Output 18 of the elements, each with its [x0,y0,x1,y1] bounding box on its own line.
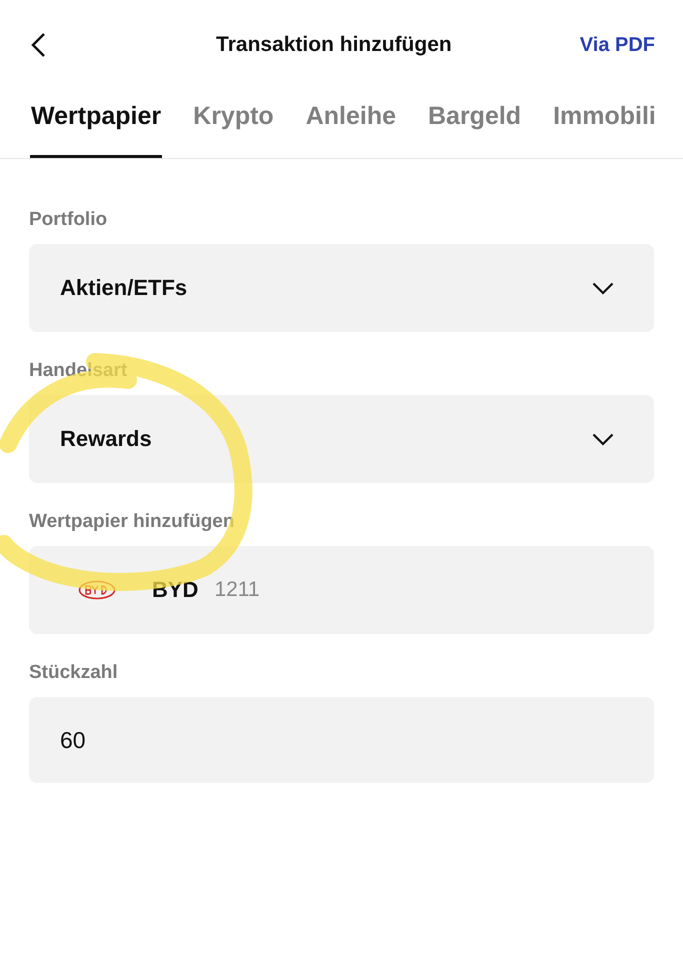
tab[interactable]: Immobili [552,102,657,158]
security-field[interactable]: BYD 1211 [29,546,654,634]
via-pdf-link[interactable]: Via PDF [580,34,655,56]
field-value: Rewards [60,426,152,452]
tab[interactable]: Bargeld [427,102,522,158]
tab[interactable]: Wertpapier [30,102,162,158]
field-value: 60 [60,726,86,754]
screen-title: Transaktion hinzufügen [216,33,452,57]
field-label: Portfolio [29,209,108,231]
dropdown-field[interactable]: Rewards [29,395,654,483]
tab[interactable]: Anleihe [304,102,397,158]
dropdown-field[interactable]: Aktien/ETFs [29,244,654,332]
input-field[interactable]: 60 [29,697,654,783]
tab[interactable]: Krypto [192,102,275,158]
security-name: BYD [152,577,198,603]
field-label: Stückzahl [29,662,119,684]
security-code: 1211 [214,578,260,602]
field-value: Aktien/ETFs [60,275,188,301]
